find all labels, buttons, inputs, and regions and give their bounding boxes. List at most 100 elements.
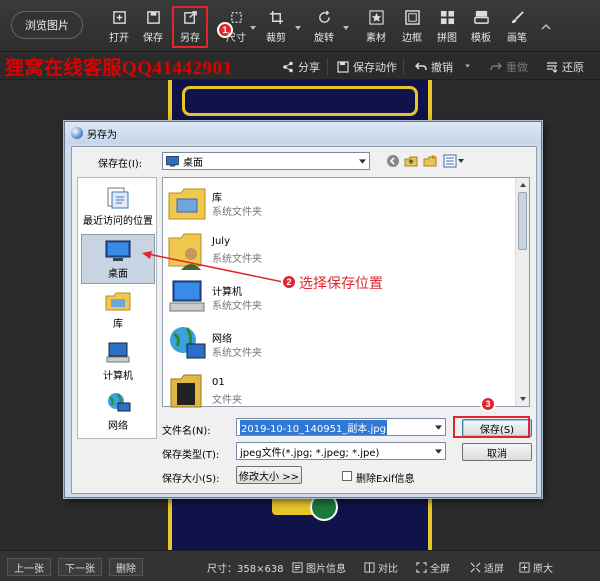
chevron-down-icon	[355, 153, 369, 169]
redo-button[interactable]: 重做	[490, 58, 528, 75]
border-button[interactable]: 边框	[398, 8, 426, 46]
chevron-down-icon	[431, 443, 445, 459]
material-button[interactable]: 素材	[362, 8, 390, 46]
prev-image-button[interactable]: 上一张	[7, 558, 51, 576]
file-desc: 文件夹	[212, 395, 242, 406]
open-button[interactable]: 打开	[105, 8, 133, 46]
fit-screen-label: 适屏	[484, 563, 504, 575]
up-folder-icon[interactable]	[403, 153, 419, 169]
file-name: 网络	[212, 334, 232, 345]
resize-button[interactable]: 修改大小 >>	[236, 466, 302, 484]
filename-label: 文件名(N):	[162, 426, 211, 437]
compare-label: 对比	[378, 563, 398, 575]
place-recent[interactable]: 最近访问的位置	[81, 181, 155, 231]
fullscreen-icon	[416, 561, 427, 573]
rotate-caret-icon[interactable]	[342, 24, 350, 32]
save-in-label: 保存在(I):	[98, 159, 143, 170]
list-item[interactable]: 网络 系统文件夹	[167, 322, 367, 368]
crop-caret-icon[interactable]	[294, 24, 302, 32]
back-icon[interactable]	[385, 153, 401, 169]
undo-label: 撤销	[431, 60, 453, 74]
browse-images-button[interactable]: 浏览图片	[11, 11, 83, 39]
star-icon	[367, 8, 385, 26]
rotate-icon	[315, 8, 333, 26]
resize-button[interactable]: 尺寸	[222, 8, 250, 46]
chevron-down-icon	[431, 419, 445, 435]
scrollbar-thumb[interactable]	[518, 192, 527, 250]
undo-button[interactable]: 撤销	[415, 58, 453, 75]
material-label: 素材	[366, 33, 386, 44]
file-desc: 系统文件夹	[212, 301, 262, 312]
brush-label: 画笔	[507, 33, 527, 44]
share-icon	[283, 61, 293, 72]
crop-button[interactable]: 裁剪	[262, 8, 290, 46]
place-network[interactable]: 网络	[81, 386, 155, 436]
resize-caret-icon[interactable]	[249, 24, 257, 32]
template-icon	[472, 8, 490, 26]
filetype-label: 保存类型(T):	[162, 450, 220, 461]
save-button[interactable]: 保存	[139, 8, 167, 46]
bottom-bar: 上一张 下一张 删除 尺寸：358×638 图片信息 对比 全屏 适屏 原大	[0, 550, 600, 581]
dialog-titlebar[interactable]: 另存为	[65, 122, 541, 144]
scroll-up-icon[interactable]	[516, 179, 529, 191]
save-action-label: 保存动作	[353, 60, 397, 74]
place-computer[interactable]: 计算机	[81, 336, 155, 386]
delete-button[interactable]: 删除	[109, 558, 143, 576]
folder-icon	[170, 374, 202, 408]
undo-caret-icon[interactable]	[464, 63, 471, 69]
collage-label: 拼图	[437, 33, 457, 44]
file-desc: 系统文件夹	[212, 348, 262, 359]
original-size-icon	[519, 561, 530, 573]
view-menu-icon[interactable]	[442, 153, 466, 169]
main-toolbar: 浏览图片 打开 保存 另存 1 尺寸 裁剪 旋转 素材 边框 拼图 模板 画笔	[0, 0, 600, 52]
restore-label: 还原	[562, 60, 584, 74]
file-list-scrollbar[interactable]	[515, 178, 529, 406]
brush-button[interactable]: 画笔	[503, 8, 531, 46]
filetype-select[interactable]: jpeg文件(*.jpg; *.jpeg; *.jpe)	[236, 442, 446, 460]
step-3-badge: 3	[480, 396, 496, 412]
save-action-button[interactable]: 保存动作	[337, 58, 397, 75]
original-size-button[interactable]: 原大	[519, 559, 553, 575]
open-icon	[110, 8, 128, 26]
file-name: 01	[212, 377, 225, 388]
new-folder-icon[interactable]	[422, 153, 438, 169]
remove-exif-checkbox[interactable]	[342, 471, 352, 481]
save-button-highlight	[453, 416, 530, 438]
save-action-icon	[337, 60, 349, 73]
place-label: 计算机	[103, 370, 133, 382]
dialog-body: 保存在(I): 桌面 最近访问的位置 桌面 库 计算机 网络 库 系统文件夹 J…	[71, 146, 537, 494]
fullscreen-button[interactable]: 全屏	[416, 559, 450, 575]
share-button[interactable]: 分享	[282, 58, 320, 75]
brush-icon	[508, 8, 526, 26]
network-icon	[108, 392, 131, 411]
scroll-down-icon[interactable]	[516, 393, 529, 405]
template-label: 模板	[471, 33, 491, 44]
save-in-select[interactable]: 桌面	[162, 152, 370, 170]
list-item[interactable]: 01 文件夹	[167, 369, 367, 415]
place-library[interactable]: 库	[81, 284, 155, 334]
list-item[interactable]: 库 系统文件夹	[167, 181, 367, 227]
rotate-button[interactable]: 旋转	[310, 8, 338, 46]
collage-button[interactable]: 拼图	[433, 8, 461, 46]
divider	[327, 58, 328, 75]
redo-label: 重做	[506, 60, 528, 74]
restore-button[interactable]: 还原	[546, 58, 584, 75]
file-desc: 系统文件夹	[212, 207, 262, 218]
compare-button[interactable]: 对比	[364, 559, 398, 575]
image-info-button[interactable]: 图片信息	[292, 559, 346, 575]
library-icon	[105, 292, 131, 310]
template-button[interactable]: 模板	[467, 8, 495, 46]
filetype-value: jpeg文件(*.jpg; *.jpeg; *.jpe)	[240, 447, 380, 459]
more-tools-icon[interactable]	[541, 22, 551, 32]
fullscreen-label: 全屏	[430, 563, 450, 575]
filename-field[interactable]: 2019-10-10_140951_副本.jpg	[236, 418, 446, 436]
fit-screen-button[interactable]: 适屏	[470, 559, 504, 575]
next-image-button[interactable]: 下一张	[58, 558, 102, 576]
resize-label: 尺寸	[226, 33, 246, 44]
remove-exif-label: 删除Exif信息	[356, 474, 415, 485]
cancel-button[interactable]: 取消	[462, 443, 532, 461]
filename-value: 2019-10-10_140951_副本.jpg	[240, 419, 387, 435]
desktop-icon	[105, 240, 131, 261]
recent-icon	[107, 187, 129, 208]
poster-frame-top	[182, 86, 418, 116]
